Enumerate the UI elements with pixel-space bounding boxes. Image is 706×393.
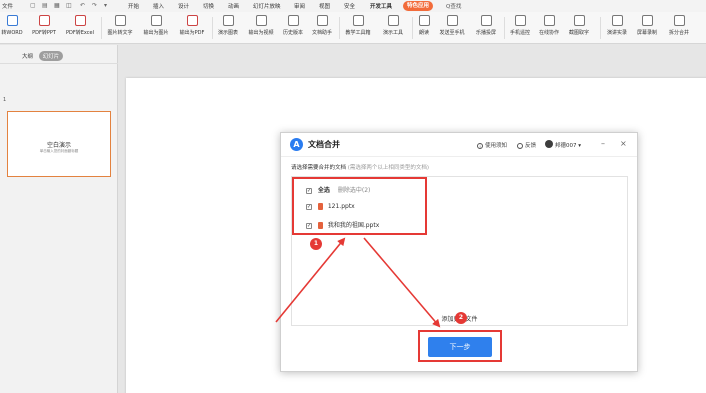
to-word-button[interactable]: 转WORD <box>0 15 24 41</box>
highlight-box-next <box>418 330 502 362</box>
image-to-text-button[interactable]: 图片转文字 <box>104 15 136 41</box>
tab-home[interactable]: 开始 <box>128 2 139 10</box>
image-text-icon <box>114 15 126 26</box>
file-menu[interactable]: 文件 <box>2 2 13 10</box>
panel-tabs: 大纲 幻灯片 <box>22 51 67 61</box>
collab-icon <box>543 15 555 26</box>
slides-panel: 大纲 幻灯片 1 空白演示 单击输入您的封面副标题 <box>0 45 118 393</box>
preview-icon[interactable]: ◫ <box>66 2 72 9</box>
tab-slides[interactable]: 幻灯片 <box>38 51 64 61</box>
help-button[interactable]: i 使用须知 <box>477 141 507 149</box>
slide-number: 1 <box>3 97 7 103</box>
video-icon <box>255 15 267 26</box>
tab-transition[interactable]: 切换 <box>203 2 214 10</box>
screenshot-icon <box>573 15 585 26</box>
select-hint: (需选择两个以上相同类型的文档) <box>347 165 430 171</box>
print-icon[interactable]: ▦ <box>54 2 60 9</box>
user-menu[interactable]: 邦德007 ▾ <box>555 141 581 149</box>
thumbnail-title: 空白演示 <box>46 142 71 149</box>
cast-screen-button[interactable]: 乐播投屏 <box>471 15 501 41</box>
save-icon[interactable]: ▢ <box>30 2 36 9</box>
redo-icon[interactable]: ↷ <box>92 2 97 9</box>
tab-developer[interactable]: 开发工具 <box>370 2 392 10</box>
tab-animation[interactable]: 动画 <box>228 2 239 10</box>
pdf-to-ppt-button[interactable]: PDF转PPT <box>28 15 60 41</box>
info-icon: i <box>477 142 483 149</box>
highlight-box-files <box>292 177 427 235</box>
cast-icon <box>480 15 492 26</box>
screen-record-button[interactable]: 屏幕录制 <box>633 15 661 41</box>
presentation-chart-button[interactable]: 演示图表 <box>214 15 242 41</box>
chart-icon <box>222 15 234 26</box>
tab-insert[interactable]: 插入 <box>153 2 164 10</box>
ribbon-divider <box>600 17 601 39</box>
assistant-icon <box>316 15 328 26</box>
export-pdf-button[interactable]: 输出为PDF <box>175 15 209 41</box>
export-image-button[interactable]: 输出为图片 <box>139 15 173 41</box>
minimize-icon[interactable]: – <box>601 139 605 148</box>
speech-record-button[interactable]: 演讲实录 <box>603 15 631 41</box>
send-to-phone-button[interactable]: 发送至手机 <box>434 15 470 41</box>
history-icon <box>287 15 299 26</box>
phone-icon <box>446 15 458 26</box>
ribbon-divider <box>412 17 413 39</box>
teaching-toolbox-button[interactable]: 教学工具箱 <box>341 15 375 41</box>
history-button[interactable]: 历史版本 <box>279 15 307 41</box>
tab-review[interactable]: 审阅 <box>294 2 305 10</box>
menu-bar: 文件 ▢ ▤ ▦ ◫ ↶ ↷ ▾ 开始 插入 设计 切换 动画 幻灯片放映 审阅… <box>0 0 706 12</box>
image-icon <box>150 15 162 26</box>
ribbon-toolbar: 转WORD PDF转PPT PDF转Excel 图片转文字 输出为图片 输出为P… <box>0 12 706 44</box>
pdf-icon <box>74 15 86 26</box>
feedback-button[interactable]: … 反馈 <box>517 141 536 149</box>
ribbon-divider <box>212 17 213 39</box>
split-merge-icon <box>673 15 685 26</box>
read-aloud-button[interactable]: 朗读 <box>415 15 433 41</box>
presentation-tools-button[interactable]: 演示工具 <box>377 15 409 41</box>
slide-thumbnail[interactable]: 空白演示 单击输入您的封面副标题 <box>7 111 111 177</box>
thumbnail-subtitle: 单击输入您的封面副标题 <box>39 149 79 153</box>
feedback-icon: … <box>517 142 523 149</box>
step-badge-1: 1 <box>310 238 322 250</box>
dialog-header: A 文档合并 i 使用须知 … 反馈 邦德007 ▾ – × <box>281 133 637 157</box>
tab-outline[interactable]: 大纲 <box>22 52 33 60</box>
ribbon-divider <box>339 17 340 39</box>
pdf-export-icon <box>186 15 198 26</box>
split-merge-button[interactable]: 拆分合并 <box>664 15 694 41</box>
dialog-title: 文档合并 <box>308 140 340 149</box>
tools-icon <box>387 15 399 26</box>
export-video-button[interactable]: 输出为视频 <box>244 15 278 41</box>
close-icon[interactable]: × <box>620 139 627 148</box>
select-prompt: 请选择需要合并的文档 (需选择两个以上相同类型的文档) <box>291 165 430 171</box>
tab-view[interactable]: 视图 <box>319 2 330 10</box>
undo-icon[interactable]: ↶ <box>80 2 85 9</box>
toolbox-icon <box>352 15 364 26</box>
tab-slideshow[interactable]: 幻灯片放映 <box>253 2 281 10</box>
screenshot-ocr-button[interactable]: 截图取字 <box>564 15 594 41</box>
ribbon-divider <box>101 17 102 39</box>
online-collab-button[interactable]: 在线协作 <box>535 15 563 41</box>
avatar <box>545 140 553 148</box>
pdf-icon <box>38 15 50 26</box>
tab-security[interactable]: 安全 <box>344 2 355 10</box>
panel-divider <box>0 63 118 64</box>
remote-icon <box>514 15 526 26</box>
camera-icon <box>611 15 623 26</box>
more-icon[interactable]: ▾ <box>104 2 107 9</box>
app-logo-icon: A <box>290 138 303 151</box>
doc-assistant-button[interactable]: 文档助手 <box>308 15 336 41</box>
record-icon <box>641 15 653 26</box>
phone-remote-button[interactable]: 手机遥控 <box>506 15 534 41</box>
export-icon[interactable]: ▤ <box>42 2 48 9</box>
search-box[interactable]: Q查找 <box>446 2 461 10</box>
ribbon-divider <box>504 17 505 39</box>
microphone-icon <box>418 15 430 26</box>
tab-design[interactable]: 设计 <box>178 2 189 10</box>
tab-special-apps[interactable]: 特色应用 <box>403 1 434 11</box>
pdf-to-excel-button[interactable]: PDF转Excel <box>62 15 98 41</box>
word-icon <box>6 15 18 26</box>
step-badge-2: 2 <box>455 312 467 324</box>
